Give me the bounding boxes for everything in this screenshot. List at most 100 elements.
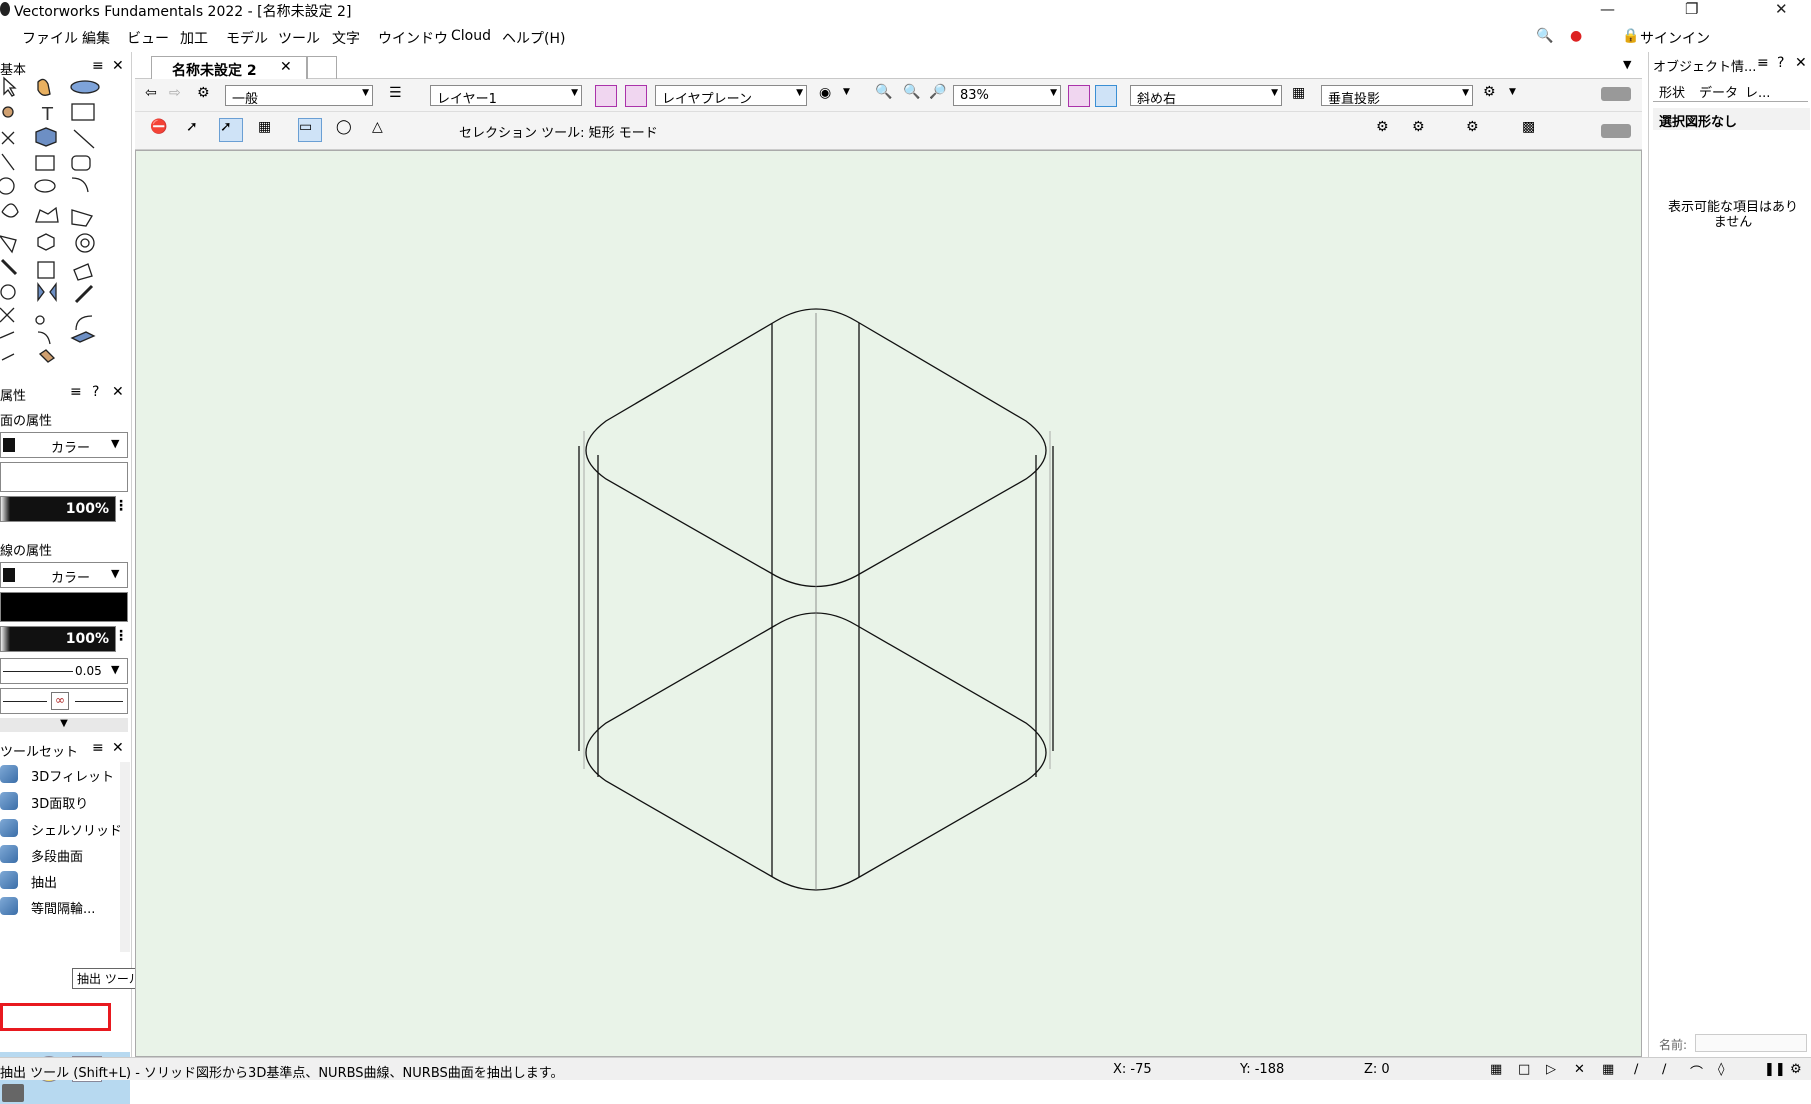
help-icon[interactable]: ? (1777, 55, 1784, 71)
snap-object-icon[interactable]: □ (1518, 1062, 1530, 1077)
menu-edit[interactable]: 編集 (82, 28, 110, 48)
close-icon[interactable]: ✕ (280, 59, 292, 75)
link-icon[interactable]: ∞ (51, 692, 69, 710)
standard-view-icon[interactable] (1095, 85, 1117, 107)
toolset-scrollbar[interactable] (120, 762, 130, 952)
menu-icon[interactable]: ≡ (1757, 55, 1769, 71)
expand-toolbar-icon[interactable] (1601, 124, 1631, 138)
menu-icon[interactable]: ≡ (92, 740, 104, 756)
menu-tool[interactable]: ツール (278, 28, 320, 48)
pause-icon[interactable]: ❚❚ (1764, 1062, 1786, 1077)
rectangle-mode-icon[interactable]: ▭ (298, 118, 322, 142)
menu-window[interactable]: ウインドウ (378, 28, 448, 48)
menu-view[interactable]: ビュー (127, 28, 169, 48)
tab-data[interactable]: データ (1699, 82, 1738, 101)
close-icon[interactable]: ✕ (1775, 0, 1788, 18)
chevron-down-icon[interactable]: ▼ (1509, 87, 1516, 97)
expand-toolbar-icon[interactable] (1601, 87, 1631, 101)
reshape-mode-icon[interactable]: ➚ (185, 118, 209, 142)
toolset-item-loft-surface[interactable]: 多段曲面 (0, 842, 118, 866)
tab-document[interactable]: 名称未設定 2 ✕ (151, 56, 307, 79)
layer-dropdown[interactable]: レイヤー1 ▼ (430, 85, 582, 107)
line-weight-dropdown[interactable]: 0.05 ▼ (0, 658, 128, 684)
snap-intersection-icon[interactable]: ✕ (1574, 1062, 1585, 1077)
fit-to-window-icon[interactable]: 🔍 (875, 84, 892, 100)
snap-grid-icon[interactable]: ▦ (1490, 1062, 1502, 1077)
zoom-in-icon[interactable]: 🔍 (903, 84, 920, 100)
back-icon[interactable]: ⇦ (145, 85, 157, 101)
view-dropdown[interactable]: 斜め右 ▼ (1130, 85, 1282, 107)
more-icon[interactable]: ⋮ (114, 498, 128, 514)
line-opacity-field[interactable]: 100% (0, 626, 116, 652)
plane-dropdown[interactable]: レイヤプレーン ▼ (655, 85, 807, 107)
fill-opacity-field[interactable]: 100% (0, 496, 116, 522)
close-icon[interactable]: ✕ (112, 740, 124, 756)
close-icon[interactable]: ✕ (112, 58, 124, 74)
fill-style-dropdown[interactable]: カラー ▼ (0, 432, 128, 458)
chevron-down-icon[interactable]: ▼ (1623, 58, 1631, 71)
snap-settings-icon[interactable]: ⚙ (1375, 118, 1399, 142)
menu-help[interactable]: ヘルプ(H) (502, 28, 565, 48)
restore-icon[interactable]: ❐ (1685, 0, 1698, 18)
line-color-swatch[interactable] (0, 592, 128, 622)
menu-model[interactable]: モデル (226, 28, 268, 48)
gear-icon[interactable]: ⚙ (1411, 118, 1435, 142)
signin-link[interactable]: サインイン (1640, 28, 1710, 48)
zoom-out-icon[interactable]: 🔎 (929, 84, 946, 100)
toolset-item-contour[interactable]: 等間隔輪... (0, 894, 118, 918)
new-tab-button[interactable] (307, 56, 337, 79)
more-icon[interactable]: ⋮ (114, 628, 128, 644)
arrowhead-selector[interactable]: ∞ (0, 688, 128, 714)
close-icon[interactable]: ✕ (1795, 55, 1807, 71)
menu-text[interactable]: 文字 (332, 28, 360, 48)
render-mode-icon[interactable]: ⚙ (1483, 84, 1496, 100)
toolset-item-3d-chamfer[interactable]: 3D面取り (0, 789, 118, 813)
interactive-scale-icon[interactable]: ➚ (219, 118, 243, 142)
align-mode-icon[interactable]: ▦ (257, 118, 281, 142)
close-icon[interactable]: ✕ (112, 384, 124, 400)
toolset-item-3d-fillet[interactable]: 3Dフィレット (0, 762, 118, 786)
menu-file[interactable]: ファイル (22, 28, 78, 48)
help-icon[interactable]: ? (92, 384, 99, 400)
custom-selection-icon[interactable]: ▩ (1521, 118, 1545, 142)
lasso-mode-icon[interactable]: ◯ (335, 118, 359, 142)
projection-dropdown[interactable]: 垂直投影 ▼ (1321, 85, 1473, 107)
disable-snap-icon[interactable]: ⛔ (149, 118, 173, 142)
snap-surface-icon[interactable]: ◊ (1718, 1062, 1724, 1077)
class-options-icon[interactable] (625, 85, 647, 107)
menu-modify[interactable]: 加工 (180, 28, 208, 48)
working-plane-icon[interactable] (1068, 85, 1090, 107)
class-dropdown[interactable]: 一般 ▼ (225, 85, 373, 107)
search-icon[interactable]: 🔍 (1536, 28, 1553, 44)
snap-edge-icon[interactable]: ∕ (1662, 1062, 1666, 1077)
tab-shape[interactable]: 形状 (1659, 82, 1685, 101)
line-style-label: カラー (51, 571, 91, 586)
toolset-item-extract[interactable]: 抽出 (0, 868, 118, 892)
toolset-item-shell-solid[interactable]: シェルソリッド (0, 816, 122, 840)
snap-distance-icon[interactable]: ▦ (1602, 1062, 1614, 1077)
tab-render[interactable]: レ... (1745, 82, 1770, 101)
minimize-icon[interactable]: — (1600, 0, 1615, 18)
line-style-dropdown[interactable]: カラー ▼ (0, 562, 128, 588)
snap-tangent-icon[interactable]: ∕ (1634, 1062, 1638, 1077)
render-icon[interactable]: ◉ (819, 85, 831, 101)
menu-cloud[interactable]: Cloud (451, 28, 491, 44)
collapse-toggle[interactable]: ▼ (0, 718, 128, 732)
view-settings-icon[interactable]: ⚙ (1465, 118, 1489, 142)
menu-icon[interactable]: ≡ (70, 384, 82, 400)
chevron-down-icon[interactable]: ▼ (843, 87, 850, 97)
layer-options-icon[interactable] (595, 85, 617, 107)
fill-color-swatch[interactable] (0, 462, 128, 492)
polygon-mode-icon[interactable]: △ (371, 118, 395, 142)
forward-icon[interactable]: ⇨ (169, 85, 181, 101)
name-field[interactable] (1695, 1034, 1807, 1052)
drawing-canvas[interactable] (135, 150, 1642, 1057)
building-icon[interactable] (2, 1084, 24, 1102)
gear-icon[interactable]: ⚙ (1790, 1062, 1802, 1077)
wireframe-model[interactable] (136, 151, 1641, 1056)
snap-arc-icon[interactable]: ⌒ (1690, 1062, 1703, 1081)
menu-icon[interactable]: ≡ (92, 58, 104, 74)
snap-angle-icon[interactable]: ▷ (1546, 1062, 1556, 1077)
zoom-dropdown[interactable]: 83% ▼ (953, 85, 1061, 106)
notification-icon[interactable]: ● (1570, 28, 1582, 44)
